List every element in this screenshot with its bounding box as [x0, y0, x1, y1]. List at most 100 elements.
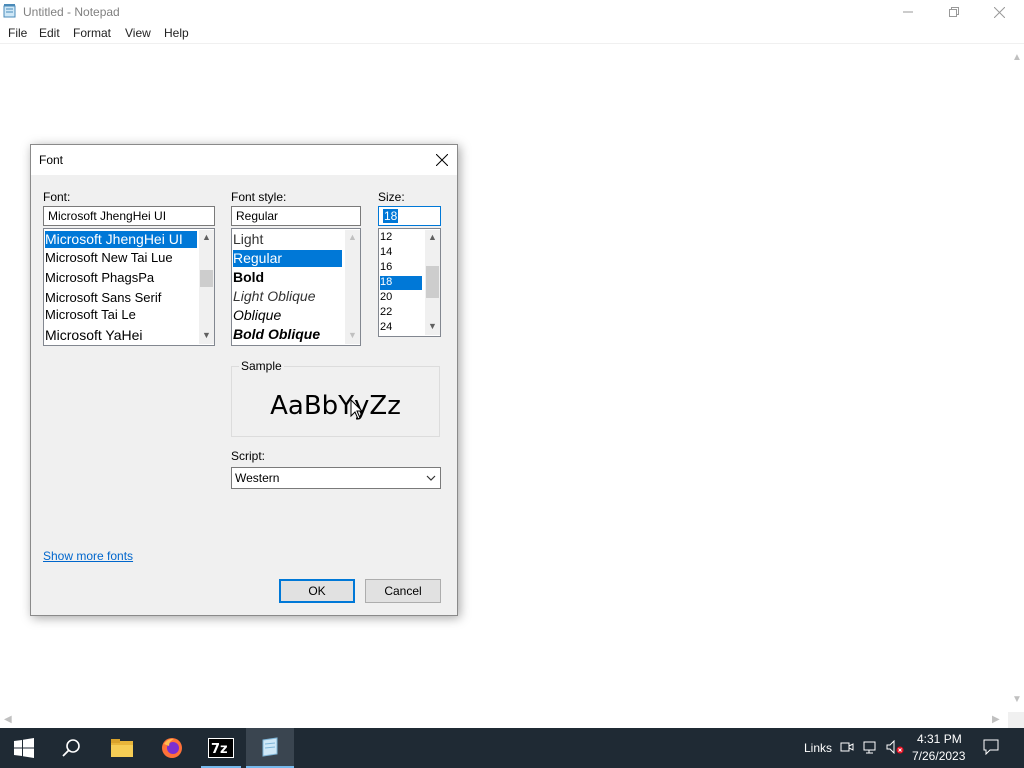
font-list[interactable]: Microsoft JhengHei UI Microsoft New Tai … — [43, 228, 215, 346]
show-more-fonts-link[interactable]: Show more fonts — [43, 549, 133, 563]
menu-format[interactable]: Format — [73, 26, 111, 40]
start-button[interactable] — [0, 728, 48, 768]
font-style-scrollbar[interactable]: ▲ ▼ — [345, 230, 360, 344]
menu-edit[interactable]: Edit — [39, 26, 60, 40]
font-list-item[interactable]: Microsoft New Tai Lue — [45, 250, 173, 265]
font-style-input[interactable]: Regular — [231, 206, 361, 226]
dialog-title-bar: Font — [31, 145, 457, 175]
chevron-down-icon — [426, 475, 436, 481]
folder-icon — [111, 739, 133, 757]
font-style-item[interactable]: Bold — [233, 269, 264, 285]
window-title: Untitled - Notepad — [23, 5, 120, 19]
cancel-button[interactable]: Cancel — [365, 579, 441, 603]
scroll-up-icon[interactable]: ▲ — [199, 230, 214, 245]
notepad-icon — [262, 737, 278, 757]
script-label: Script: — [231, 449, 266, 463]
close-button[interactable] — [976, 0, 1022, 24]
font-list-item[interactable]: Microsoft Sans Serif — [45, 290, 161, 305]
minimize-icon — [903, 11, 913, 13]
clock-time[interactable]: 4:31 PM — [917, 732, 962, 746]
vertical-scrollbar[interactable]: ▲ ▼ — [1008, 44, 1024, 712]
size-list-item[interactable]: 14 — [380, 246, 392, 258]
sample-label: Sample — [239, 359, 284, 373]
search-icon — [62, 739, 80, 757]
font-style-item[interactable]: Oblique — [233, 307, 281, 323]
search-button[interactable] — [48, 728, 96, 768]
font-style-label: Font style: — [231, 190, 287, 204]
size-list-item[interactable]: 24 — [380, 321, 392, 333]
scroll-up-icon[interactable]: ▲ — [425, 230, 440, 245]
size-input[interactable]: 18 — [378, 206, 441, 226]
font-style-item[interactable]: Light Oblique — [233, 288, 316, 304]
font-style-list[interactable]: Light Regular Bold Light Oblique Oblique… — [231, 228, 361, 346]
scroll-down-icon[interactable]: ▼ — [425, 319, 440, 334]
font-list-item[interactable]: Microsoft JhengHei UI — [45, 231, 197, 248]
font-style-item[interactable]: Bold Oblique — [233, 326, 320, 342]
scroll-left-icon[interactable]: ◀ — [4, 714, 12, 725]
size-list[interactable]: 12 14 16 18 20 22 24 ▲ ▼ — [378, 228, 441, 337]
ok-button-label: OK — [308, 584, 326, 598]
restore-icon — [949, 7, 959, 17]
size-input-value: 18 — [383, 209, 399, 223]
horizontal-scrollbar[interactable]: ◀ ▶ — [0, 712, 1008, 728]
windows-start-icon — [14, 738, 34, 758]
cancel-button-label: Cancel — [384, 584, 422, 598]
scroll-corner — [1008, 712, 1024, 728]
menu-bar: File Edit Format View Help — [0, 24, 1024, 44]
notepad-icon — [3, 4, 16, 18]
minimize-button[interactable] — [885, 0, 931, 24]
svg-text:7z: 7z — [211, 742, 228, 757]
menu-view[interactable]: View — [125, 26, 151, 40]
scroll-up-icon[interactable]: ▲ — [1012, 52, 1022, 63]
meet-now-icon[interactable] — [840, 740, 854, 754]
ok-button[interactable]: OK — [279, 579, 355, 603]
scroll-down-icon[interactable]: ▼ — [199, 328, 214, 343]
size-list-item[interactable]: 18 — [380, 276, 422, 290]
close-icon — [436, 154, 448, 166]
menu-help[interactable]: Help — [164, 26, 189, 40]
7zip-icon: 7z — [208, 738, 234, 758]
scroll-down-icon[interactable]: ▼ — [1012, 694, 1022, 705]
scroll-down-icon[interactable]: ▼ — [345, 328, 360, 343]
menu-file[interactable]: File — [8, 26, 27, 40]
font-list-scrollbar[interactable]: ▲ ▼ — [199, 230, 214, 344]
font-list-item[interactable]: Microsoft PhagsPa — [45, 270, 154, 285]
notification-icon[interactable] — [983, 739, 999, 755]
size-list-scrollbar[interactable]: ▲ ▼ — [425, 230, 440, 335]
taskbar: 7z Links 4:31 PM 7/26/2023 — [0, 728, 1024, 768]
font-style-item[interactable]: Regular — [233, 250, 342, 267]
notepad-title-bar: Untitled - Notepad — [0, 0, 1024, 24]
scroll-thumb[interactable] — [426, 266, 439, 298]
size-label: Size: — [378, 190, 405, 204]
mouse-cursor-icon — [350, 399, 364, 420]
size-list-item[interactable]: 16 — [380, 261, 392, 273]
network-icon[interactable] — [863, 740, 879, 754]
scroll-right-icon[interactable]: ▶ — [992, 714, 1000, 725]
font-style-item[interactable]: Light — [233, 231, 263, 247]
7zip-button[interactable]: 7z — [197, 728, 245, 768]
sample-group: Sample AaBbYyZz — [231, 359, 440, 437]
dialog-title: Font — [39, 153, 64, 167]
sample-text: AaBbYyZz — [270, 391, 401, 421]
firefox-icon — [162, 738, 182, 758]
font-list-item[interactable]: Microsoft Tai Le — [45, 307, 136, 322]
notepad-taskbar-button[interactable] — [246, 728, 294, 768]
links-toolbar[interactable]: Links — [804, 741, 832, 755]
scroll-up-icon[interactable]: ▲ — [345, 230, 360, 245]
file-explorer-button[interactable] — [98, 728, 146, 768]
font-label: Font: — [43, 190, 71, 204]
close-icon — [993, 6, 1005, 18]
size-list-item[interactable]: 12 — [380, 231, 392, 243]
script-select[interactable]: Western — [231, 467, 441, 489]
firefox-button[interactable] — [148, 728, 196, 768]
dialog-close-button[interactable] — [431, 149, 453, 171]
size-list-item[interactable]: 22 — [380, 306, 392, 318]
clock-date[interactable]: 7/26/2023 — [912, 749, 965, 763]
restore-button[interactable] — [931, 0, 977, 24]
font-name-input[interactable]: Microsoft JhengHei UI — [43, 206, 215, 226]
scroll-thumb[interactable] — [200, 270, 213, 287]
font-dialog: Font Font: Microsoft JhengHei UI Microso… — [30, 144, 458, 616]
volume-muted-icon[interactable] — [886, 740, 904, 754]
size-list-item[interactable]: 20 — [380, 291, 392, 303]
font-list-item[interactable]: Microsoft YaHei — [45, 327, 143, 343]
